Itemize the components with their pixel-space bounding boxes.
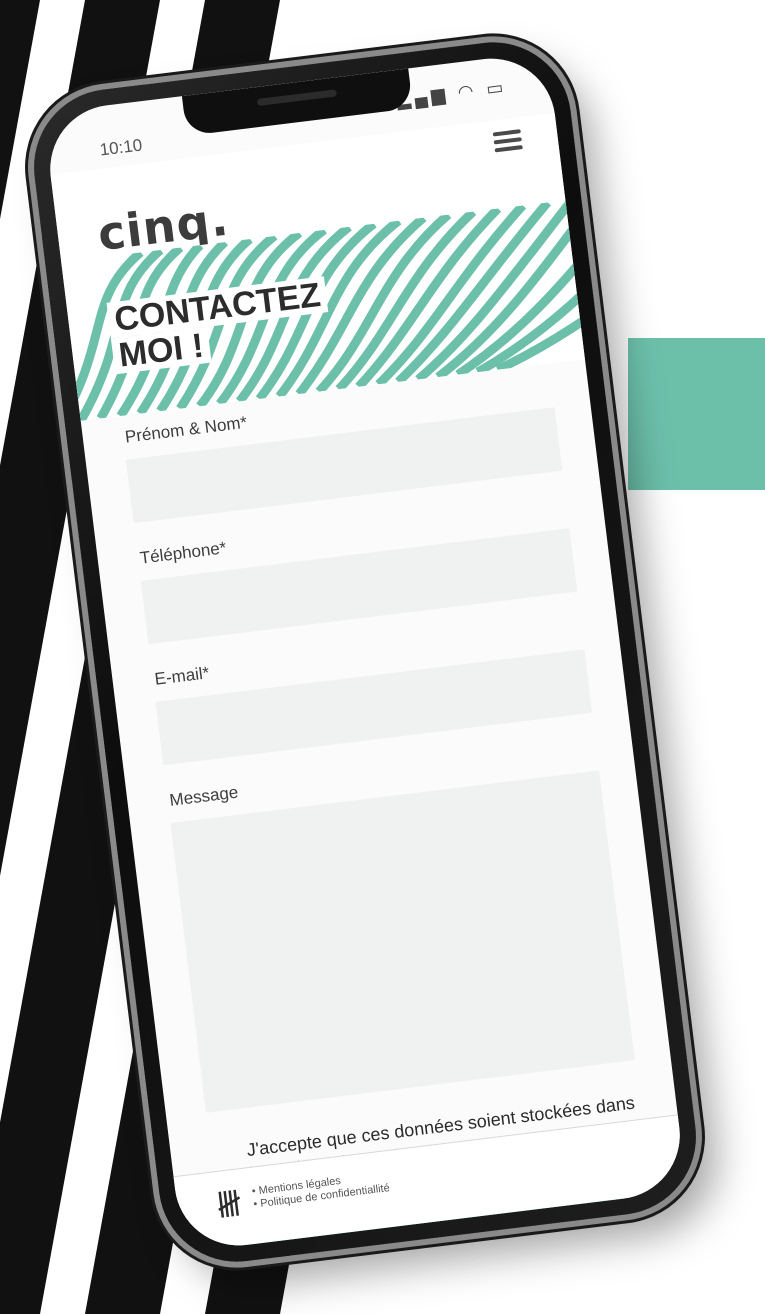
wifi-icon: ◠: [456, 80, 479, 103]
contact-form: Prénom & Nom* Téléphone* E-mail* Message…: [122, 375, 657, 1253]
hamburger-menu-icon[interactable]: [492, 129, 523, 153]
status-time: 10:10: [98, 135, 144, 160]
battery-icon: ▭: [485, 76, 509, 99]
status-icons: ▂▄▆ ◠ ▭: [396, 77, 509, 111]
tally-logo-icon: [218, 1189, 241, 1218]
footer-links: • Mentions légales • Politique de confid…: [251, 1169, 390, 1212]
accent-square: [628, 338, 765, 490]
message-field[interactable]: [170, 770, 635, 1113]
